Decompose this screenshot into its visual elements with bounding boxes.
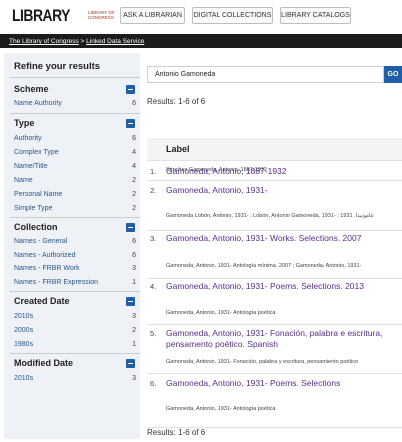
breadcrumb: The Library of Congress > Linked Data Se… (9, 38, 144, 45)
row-number: 4. (150, 282, 157, 291)
refine-sidebar: Refine your results Scheme Name Authorit… (4, 53, 140, 439)
facet-item[interactable]: Name (14, 177, 33, 185)
result-variant: Gamoneda, Antonio, 1931- Antología poéti… (166, 406, 276, 412)
facet-count: 4 (132, 149, 136, 156)
refine-title: Refine your results (14, 61, 101, 72)
table-row: 6. Gamoneda, Antonio, 1931- Poems. Selec… (147, 373, 402, 423)
result-link[interactable]: Gamoneda, Antonio, 1931- Poems. Selectio… (166, 378, 398, 389)
facet-heading-type: Type (14, 118, 35, 128)
facet-item[interactable]: Complex Type (14, 149, 59, 157)
divider (10, 113, 140, 114)
result-link[interactable]: Gamoneda, Antonio, 1931- (166, 185, 398, 196)
row-number: 6. (150, 379, 157, 388)
facet-item[interactable]: 2010s (14, 375, 33, 383)
facet-heading-created-date: Created Date (14, 296, 70, 306)
facet-item[interactable]: Names - FRBR Expression (14, 279, 98, 287)
facet-heading-collection: Collection (14, 222, 58, 232)
facet-count: 2 (132, 191, 136, 198)
row-number: 1. (150, 167, 157, 176)
facet-count: 6 (132, 100, 136, 107)
results-summary-top: Results: 1-6 of 6 (147, 97, 206, 106)
result-variant: Gamoneda, Antonio, 1931- Fonación, palab… (166, 359, 359, 365)
results-table-header: Label (147, 138, 402, 160)
facet-heading-scheme: Scheme (14, 84, 49, 94)
facet-item[interactable]: Personal Name (14, 191, 62, 199)
result-link[interactable]: Gamoneda, Antonio, 1931- Poems. Selectio… (166, 281, 398, 292)
collapse-icon[interactable] (126, 119, 135, 128)
facet-heading-modified-date: Modified Date (14, 358, 74, 368)
facet-count: 2 (132, 327, 136, 334)
facet-item[interactable]: Name Authority (14, 100, 62, 108)
result-variant: Gamoneda, Antonio, 1931- Antología mínim… (166, 263, 362, 269)
collapse-icon[interactable] (126, 223, 135, 232)
result-link[interactable]: Gamoneda, Antonio, 1931- Fonación, palab… (166, 328, 398, 350)
facet-count: 4 (132, 163, 136, 170)
result-link[interactable]: Gamoneda, Antonio, 1931- Works. Selectio… (166, 233, 398, 244)
divider (10, 353, 140, 354)
result-variant: Gamoneda Lobón, Antonio, 1931- ; Lobón, … (166, 213, 374, 219)
divider (10, 77, 140, 78)
facet-item[interactable]: 2010s (14, 313, 33, 321)
facet-item[interactable]: Names - FRBR Work (14, 265, 80, 273)
row-number: 3. (150, 234, 157, 243)
facet-count: 6 (132, 252, 136, 259)
digital-collections-button[interactable]: DIGITAL COLLECTIONS (192, 7, 273, 24)
library-catalogs-button[interactable]: LIBRARY CATALOGS (280, 7, 351, 24)
go-button[interactable]: GO (384, 66, 402, 83)
facet-count: 3 (132, 313, 136, 320)
table-row: 3. Gamoneda, Antonio, 1931- Works. Selec… (147, 230, 402, 279)
divider (10, 291, 140, 292)
table-row: 4. Gamoneda, Antonio, 1931- Poems. Selec… (147, 278, 402, 325)
facet-count: 1 (132, 341, 136, 348)
divider (10, 217, 140, 218)
breadcrumb-link-lds[interactable]: Linked Data Service (86, 38, 144, 45)
library-logo[interactable]: LIBRARY LIBRARY OF CONGRESS (12, 6, 115, 27)
facet-item[interactable]: 2000s (14, 327, 33, 335)
ask-a-librarian-button[interactable]: ASK A LIBRARIAN (120, 7, 185, 24)
facet-count: 6 (132, 135, 136, 142)
row-number: 5. (150, 329, 157, 338)
facet-count: 3 (132, 265, 136, 272)
logo-wordmark: LIBRARY (12, 6, 71, 25)
collapse-icon[interactable] (126, 297, 135, 306)
facet-item[interactable]: Simple Type (14, 205, 52, 213)
search-value: Antonio Gamoneda (155, 71, 216, 78)
collapse-icon[interactable] (126, 359, 135, 368)
search-input[interactable]: Antonio Gamoneda (147, 66, 384, 83)
facet-count: 2 (132, 177, 136, 184)
facet-item[interactable]: Name/Title (14, 163, 48, 171)
facet-count: 1 (132, 279, 136, 286)
collapse-icon[interactable] (126, 85, 135, 94)
column-header-label[interactable]: Label (166, 144, 190, 154)
facet-count: 3 (132, 375, 136, 382)
facet-count: 2 (132, 205, 136, 212)
table-row: 5. Gamoneda, Antonio, 1931- Fonación, pa… (147, 324, 402, 374)
result-variant: Gamoneda, Antonio, 1931- Antología poéti… (166, 310, 276, 316)
facet-item[interactable]: Authority (14, 135, 42, 143)
facet-item[interactable]: Names - Authorized (14, 252, 75, 260)
facet-item[interactable]: 1980s (14, 341, 33, 349)
breadcrumb-link-loc[interactable]: The Library of Congress (9, 38, 79, 45)
facet-count: 6 (132, 238, 136, 245)
facet-item[interactable]: Names - General (14, 238, 67, 246)
results-summary-bottom: Results: 1-6 of 6 (147, 427, 402, 437)
result-variant: Sánchez Gamoneda, Antonio, 1887-1932 (166, 167, 267, 173)
breadcrumb-separator: > (80, 38, 85, 45)
site-header: LIBRARY LIBRARY OF CONGRESS ASK A LIBRAR… (0, 0, 402, 34)
table-row: 2. Gamoneda, Antonio, 1931- Gamoneda Lob… (147, 180, 402, 231)
row-number: 2. (150, 186, 157, 195)
